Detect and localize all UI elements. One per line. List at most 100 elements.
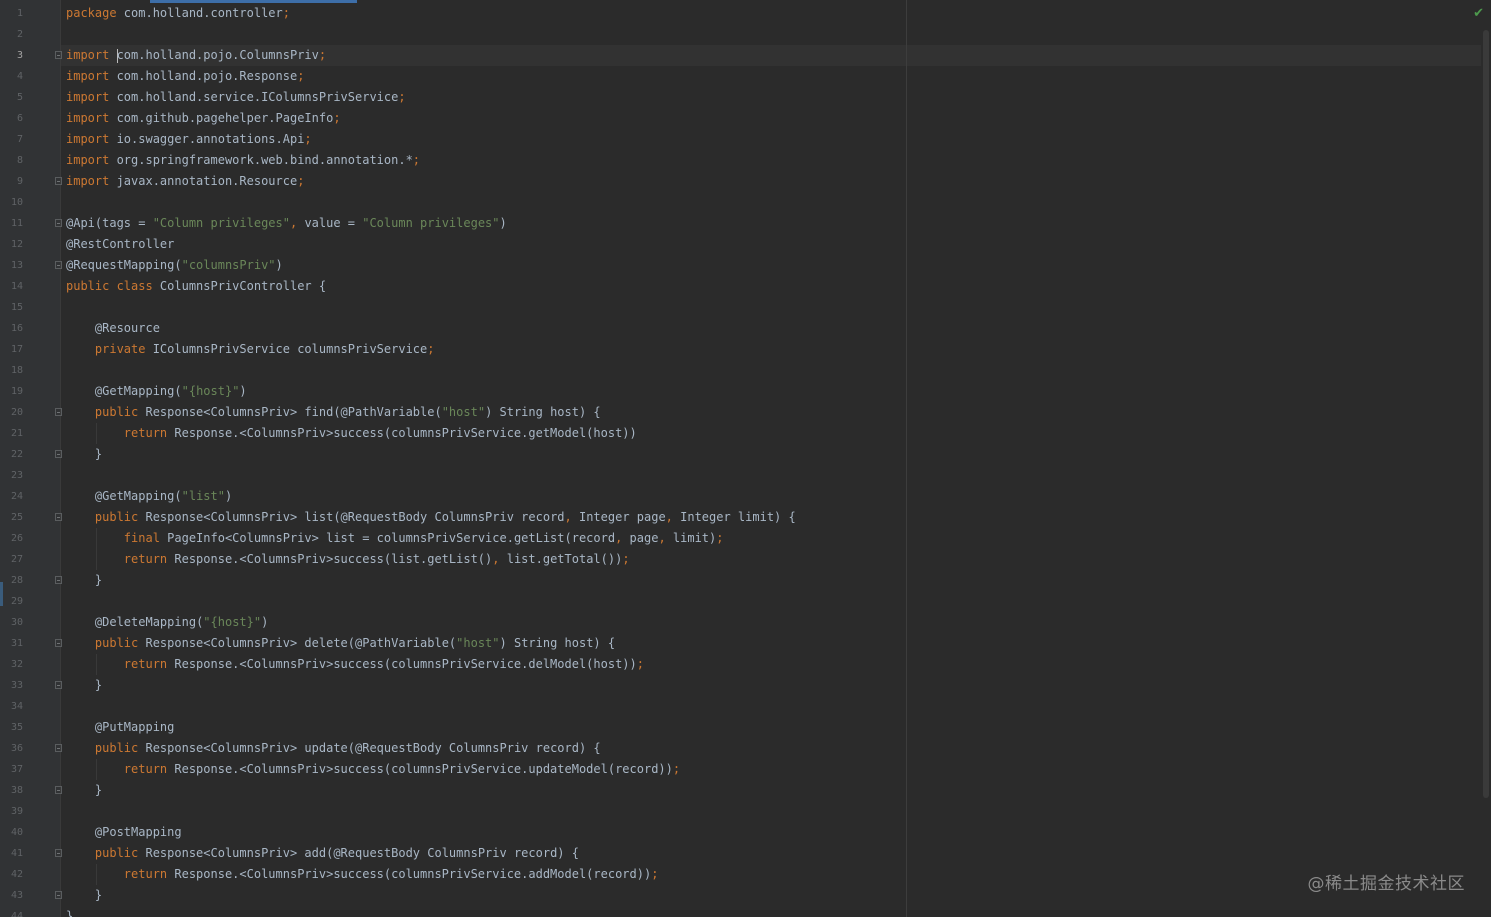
code-line[interactable]: 21 return Response.<ColumnsPriv>success(… [0, 423, 1480, 444]
fold-toggle-icon[interactable] [55, 261, 62, 269]
vertical-scrollbar[interactable] [1481, 0, 1491, 917]
code-line[interactable]: 7 import io.swagger.annotations.Api; [0, 129, 1480, 150]
code-text[interactable]: @Api(tags = "Column privileges", value =… [66, 213, 507, 234]
code-text[interactable]: } [66, 570, 102, 591]
code-line[interactable]: 5 import com.holland.service.IColumnsPriv… [0, 87, 1480, 108]
fold-toggle-icon[interactable] [55, 219, 62, 227]
code-line[interactable]: 26 final PageInfo<ColumnsPriv> list = co… [0, 528, 1480, 549]
code-line[interactable]: 31 public Response<ColumnsPriv> delete(@… [0, 633, 1480, 654]
code-line[interactable]: 25 public Response<ColumnsPriv> list(@Re… [0, 507, 1480, 528]
code-line[interactable]: 12 @RestController [0, 234, 1480, 255]
code-text[interactable]: @PostMapping [66, 822, 182, 843]
code-text[interactable]: @RestController [66, 234, 174, 255]
code-line[interactable]: 29 [0, 591, 1480, 612]
check-icon[interactable]: ✔ [1473, 7, 1484, 21]
fold-toggle-icon[interactable] [55, 744, 62, 752]
code-line[interactable]: 16 @Resource [0, 318, 1480, 339]
code-text[interactable]: import com.github.pagehelper.PageInfo; [66, 108, 341, 129]
code-line[interactable]: 34 [0, 696, 1480, 717]
code-text[interactable]: import com.holland.pojo.Response; [66, 66, 304, 87]
code-text[interactable]: } [66, 906, 73, 917]
code-text[interactable]: final PageInfo<ColumnsPriv> list = colum… [66, 528, 724, 549]
code-text[interactable]: return Response.<ColumnsPriv>success(col… [66, 654, 644, 675]
code-text[interactable]: @Resource [66, 318, 160, 339]
code-line[interactable]: 4 import com.holland.pojo.Response; [0, 66, 1480, 87]
code-line[interactable]: 1 package com.holland.controller; [0, 3, 1480, 24]
code-line[interactable]: 42 return Response.<ColumnsPriv>success(… [0, 864, 1480, 885]
code-line[interactable]: 33 } [0, 675, 1480, 696]
code-text[interactable]: } [66, 444, 102, 465]
code-line[interactable]: 14 public class ColumnsPrivController { [0, 276, 1480, 297]
code-text[interactable]: @GetMapping("{host}") [66, 381, 247, 402]
fold-toggle-icon[interactable] [55, 177, 62, 185]
fold-toggle-icon[interactable] [55, 639, 62, 647]
code-editor[interactable]: 1 package com.holland.controller; 2 3 import… [0, 0, 1491, 917]
code-text[interactable]: return Response.<ColumnsPriv>success(col… [66, 423, 637, 444]
code-line[interactable]: 30 @DeleteMapping("{host}") [0, 612, 1480, 633]
line-number: 26 [10, 533, 23, 544]
code-text[interactable]: import org.springframework.web.bind.anno… [66, 150, 420, 171]
code-line[interactable]: 44} [0, 906, 1480, 917]
code-text[interactable]: } [66, 675, 102, 696]
code-text[interactable]: import io.swagger.annotations.Api; [66, 129, 312, 150]
code-text[interactable]: private IColumnsPrivService columnsPrivS… [66, 339, 435, 360]
code-line[interactable]: 43 } [0, 885, 1480, 906]
fold-toggle-icon[interactable] [55, 51, 62, 59]
code-text[interactable]: import javax.annotation.Resource; [66, 171, 304, 192]
fold-toggle-icon[interactable] [55, 681, 62, 689]
code-text[interactable]: package com.holland.controller; [66, 3, 290, 24]
fold-toggle-icon[interactable] [55, 576, 62, 584]
code-line[interactable]: 36 public Response<ColumnsPriv> update(@… [0, 738, 1480, 759]
fold-toggle-icon[interactable] [55, 786, 62, 794]
code-text[interactable]: import com.holland.pojo.ColumnsPriv; [66, 45, 326, 66]
code-line[interactable]: 23 [0, 465, 1480, 486]
code-text[interactable]: @GetMapping("list") [66, 486, 232, 507]
code-line[interactable]: 39 [0, 801, 1480, 822]
code-text[interactable]: public Response<ColumnsPriv> find(@PathV… [66, 402, 601, 423]
code-text[interactable]: } [66, 780, 102, 801]
fold-toggle-icon[interactable] [55, 849, 62, 857]
code-text[interactable]: return Response.<ColumnsPriv>success(col… [66, 864, 659, 885]
code-text[interactable]: @RequestMapping("columnsPriv") [66, 255, 283, 276]
code-line[interactable]: 8 import org.springframework.web.bind.ann… [0, 150, 1480, 171]
code-line[interactable]: 24 @GetMapping("list") [0, 486, 1480, 507]
code-text[interactable]: } [66, 885, 102, 906]
code-text[interactable]: public Response<ColumnsPriv> add(@Reques… [66, 843, 579, 864]
code-text[interactable]: return Response.<ColumnsPriv>success(lis… [66, 549, 630, 570]
code-line[interactable]: 35 @PutMapping [0, 717, 1480, 738]
code-text[interactable]: import com.holland.service.IColumnsPrivS… [66, 87, 406, 108]
code-line[interactable]: 38 } [0, 780, 1480, 801]
code-line[interactable]: 40 @PostMapping [0, 822, 1480, 843]
fold-toggle-icon[interactable] [55, 450, 62, 458]
code-line[interactable]: 27 return Response.<ColumnsPriv>success(… [0, 549, 1480, 570]
code-line[interactable]: 3 import com.holland.pojo.ColumnsPriv; [0, 45, 1480, 66]
code-line[interactable]: 41 public Response<ColumnsPriv> add(@Req… [0, 843, 1480, 864]
code-text[interactable]: return Response.<ColumnsPriv>success(col… [66, 759, 680, 780]
scrollbar-thumb[interactable] [1483, 30, 1489, 798]
code-text[interactable]: public Response<ColumnsPriv> list(@Reque… [66, 507, 796, 528]
code-text[interactable]: public Response<ColumnsPriv> update(@Req… [66, 738, 601, 759]
code-line[interactable]: 19 @GetMapping("{host}") [0, 381, 1480, 402]
code-line[interactable]: 18 [0, 360, 1480, 381]
fold-toggle-icon[interactable] [55, 891, 62, 899]
code-line[interactable]: 28 } [0, 570, 1480, 591]
code-line[interactable]: 6 import com.github.pagehelper.PageInfo; [0, 108, 1480, 129]
code-lines[interactable]: 1 package com.holland.controller; 2 3 import… [0, 3, 1480, 917]
code-line[interactable]: 2 [0, 24, 1480, 45]
code-text[interactable]: @PutMapping [66, 717, 174, 738]
code-line[interactable]: 22 } [0, 444, 1480, 465]
code-line[interactable]: 15 [0, 297, 1480, 318]
code-text[interactable]: @DeleteMapping("{host}") [66, 612, 268, 633]
code-line[interactable]: 11 @Api(tags = "Column privileges", value… [0, 213, 1480, 234]
code-text[interactable]: public class ColumnsPrivController { [66, 276, 326, 297]
code-line[interactable]: 32 return Response.<ColumnsPriv>success(… [0, 654, 1480, 675]
code-text[interactable]: public Response<ColumnsPriv> delete(@Pat… [66, 633, 615, 654]
code-line[interactable]: 20 public Response<ColumnsPriv> find(@Pa… [0, 402, 1480, 423]
code-line[interactable]: 9 import javax.annotation.Resource; [0, 171, 1480, 192]
fold-toggle-icon[interactable] [55, 408, 62, 416]
code-line[interactable]: 13 @RequestMapping("columnsPriv") [0, 255, 1480, 276]
code-line[interactable]: 37 return Response.<ColumnsPriv>success(… [0, 759, 1480, 780]
code-line[interactable]: 10 [0, 192, 1480, 213]
code-line[interactable]: 17 private IColumnsPrivService columnsPr… [0, 339, 1480, 360]
fold-toggle-icon[interactable] [55, 513, 62, 521]
